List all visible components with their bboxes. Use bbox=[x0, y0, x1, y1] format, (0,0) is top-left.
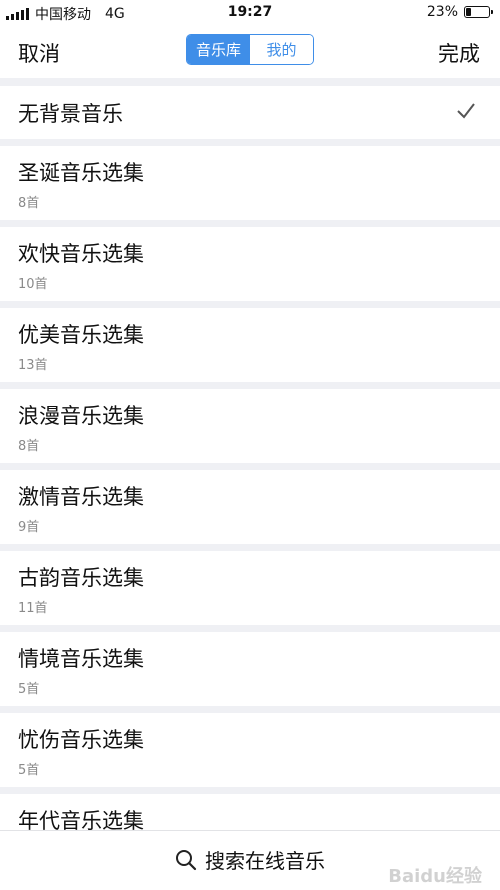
checkmark-icon bbox=[457, 103, 475, 119]
status-bar: 中国移动 4G 19:27 23% bbox=[0, 0, 500, 26]
collection-title: 忧伤音乐选集 bbox=[18, 728, 144, 752]
collection-title: 激情音乐选集 bbox=[18, 485, 144, 509]
collection-count: 5首 bbox=[18, 763, 40, 778]
baidu-watermark: Baidu经验 bbox=[388, 866, 482, 887]
tab-music-library[interactable]: 音乐库 bbox=[187, 35, 250, 64]
list-item[interactable]: 圣诞音乐选集 8首 bbox=[0, 146, 500, 220]
list-item[interactable]: 优美音乐选集 13首 bbox=[0, 308, 500, 382]
search-online-music-label: 搜索在线音乐 bbox=[205, 849, 325, 873]
battery-nub bbox=[491, 10, 493, 14]
collection-count: 11首 bbox=[18, 601, 48, 616]
no-music-label: 无背景音乐 bbox=[18, 102, 123, 126]
battery-icon bbox=[464, 6, 493, 18]
search-icon bbox=[176, 849, 197, 870]
cancel-button[interactable]: 取消 bbox=[18, 38, 60, 68]
status-time: 19:27 bbox=[227, 4, 273, 20]
collection-title: 欢快音乐选集 bbox=[18, 242, 144, 266]
done-button[interactable]: 完成 bbox=[438, 38, 480, 68]
music-list: 无背景音乐 圣诞音乐选集 8首 欢快音乐选集 10首 优美音乐选集 13首 浪漫… bbox=[0, 86, 500, 868]
list-item[interactable]: 古韵音乐选集 11首 bbox=[0, 551, 500, 625]
nav-bar: 取消 音乐库 我的 完成 bbox=[0, 26, 500, 78]
list-item[interactable]: 激情音乐选集 9首 bbox=[0, 470, 500, 544]
collection-count: 10首 bbox=[18, 277, 48, 292]
collection-title: 情境音乐选集 bbox=[18, 647, 144, 671]
bottom-bar: 搜索在线音乐 Baidu经验 bbox=[0, 830, 500, 890]
collection-count: 9首 bbox=[18, 520, 40, 535]
collection-count: 8首 bbox=[18, 196, 40, 211]
list-item[interactable]: 欢快音乐选集 10首 bbox=[0, 227, 500, 301]
collection-title: 圣诞音乐选集 bbox=[18, 161, 144, 185]
list-item[interactable]: 情境音乐选集 5首 bbox=[0, 632, 500, 706]
source-segmented-control: 音乐库 我的 bbox=[186, 34, 314, 65]
collection-title: 优美音乐选集 bbox=[18, 323, 144, 347]
list-item[interactable]: 忧伤音乐选集 5首 bbox=[0, 713, 500, 787]
list-item-no-music[interactable]: 无背景音乐 bbox=[0, 86, 500, 139]
list-item[interactable]: 浪漫音乐选集 8首 bbox=[0, 389, 500, 463]
battery-percent: 23% bbox=[426, 4, 458, 20]
collection-title: 浪漫音乐选集 bbox=[18, 404, 144, 428]
collection-count: 13首 bbox=[18, 358, 48, 373]
status-right: 23% bbox=[426, 4, 493, 20]
collection-title: 古韵音乐选集 bbox=[18, 566, 144, 590]
collection-count: 5首 bbox=[18, 682, 40, 697]
collection-count: 8首 bbox=[18, 439, 40, 454]
tab-mine[interactable]: 我的 bbox=[250, 35, 313, 64]
battery-fill bbox=[466, 8, 471, 16]
